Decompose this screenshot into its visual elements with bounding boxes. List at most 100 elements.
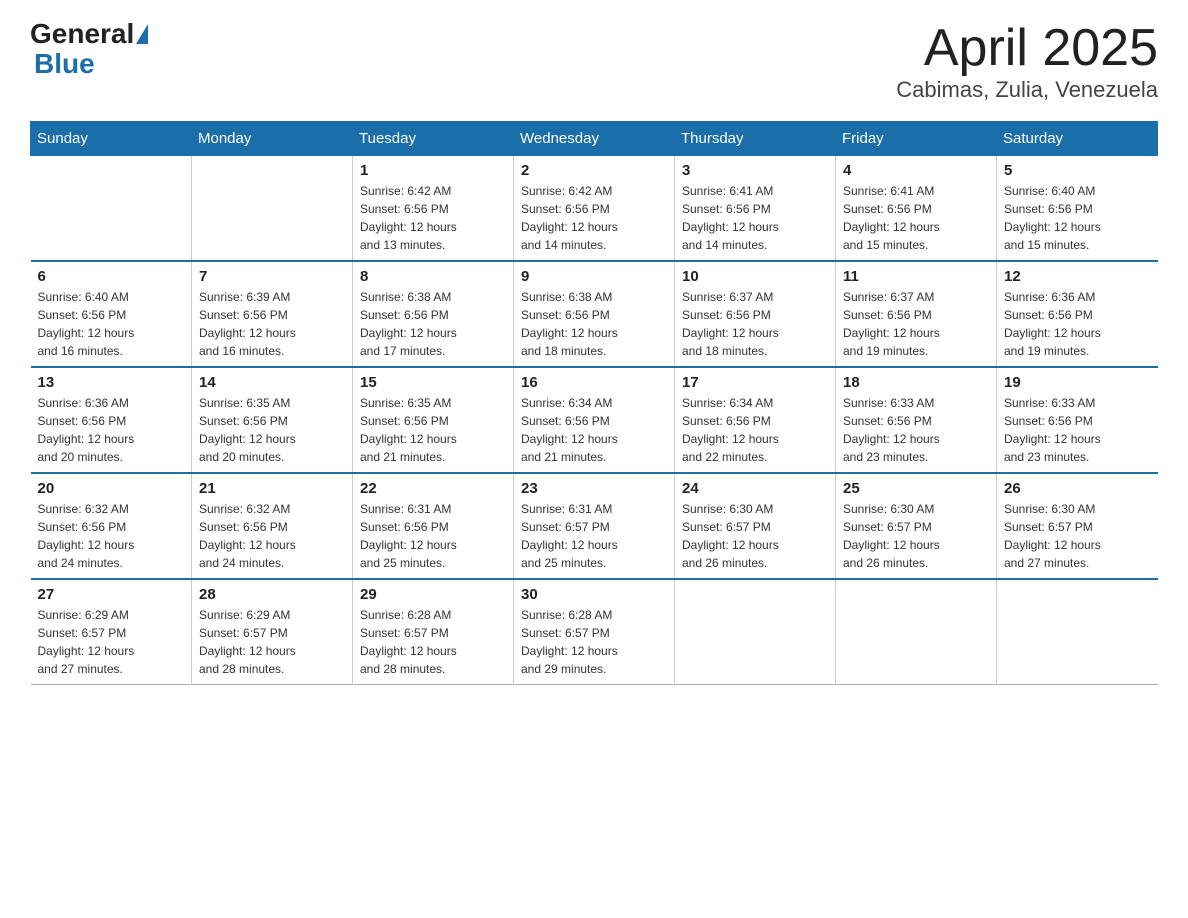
day-number: 28 — [199, 586, 345, 603]
day-info: Sunrise: 6:38 AM Sunset: 6:56 PM Dayligh… — [521, 288, 667, 360]
calendar-cell: 9 Sunrise: 6:38 AM Sunset: 6:56 PM Daylig… — [514, 261, 675, 367]
day-number: 17 — [682, 374, 828, 391]
day-info: Sunrise: 6:37 AM Sunset: 6:56 PM Dayligh… — [682, 288, 828, 360]
day-info: Sunrise: 6:34 AM Sunset: 6:56 PM Dayligh… — [682, 394, 828, 466]
day-number: 1 — [360, 162, 506, 179]
calendar-cell: 29Sunrise: 6:28 AM Sunset: 6:57 PM Dayli… — [353, 579, 514, 685]
logo-general-text: General — [30, 20, 134, 48]
day-number: 14 — [199, 374, 345, 391]
calendar-cell: 23 Sunrise: 6:31 AM Sunset: 6:57 PM Dayli… — [514, 473, 675, 579]
calendar-cell: 30 Sunrise: 6:28 AM Sunset: 6:57 PM Dayli… — [514, 579, 675, 685]
day-info: Sunrise: 6:31 AM Sunset: 6:56 PM Dayligh… — [360, 500, 506, 572]
calendar-cell: 16 Sunrise: 6:34 AM Sunset: 6:56 PM Dayli… — [514, 367, 675, 473]
day-info: Sunrise: 6:32 AM Sunset: 6:56 PM Dayligh… — [199, 500, 345, 572]
calendar-cell — [675, 579, 836, 685]
day-number: 15 — [360, 374, 506, 391]
page-header: General Blue April 2025 Cabimas, Zulia, … — [30, 20, 1158, 103]
calendar-cell: 2Sunrise: 6:42 AM Sunset: 6:56 PM Daylig… — [514, 156, 675, 262]
column-header-sunday: Sunday — [31, 122, 192, 156]
calendar-cell: 8Sunrise: 6:38 AM Sunset: 6:56 PM Daylig… — [353, 261, 514, 367]
day-info: Sunrise: 6:41 AM Sunset: 6:56 PM Dayligh… — [843, 182, 989, 254]
day-number: 11 — [843, 268, 989, 285]
calendar-cell: 21 Sunrise: 6:32 AM Sunset: 6:56 PM Dayli… — [192, 473, 353, 579]
calendar-cell: 22 Sunrise: 6:31 AM Sunset: 6:56 PM Dayli… — [353, 473, 514, 579]
logo-blue-text: Blue — [34, 48, 95, 79]
day-number: 16 — [521, 374, 667, 391]
day-number: 30 — [521, 586, 667, 603]
day-info: Sunrise: 6:33 AM Sunset: 6:56 PM Dayligh… — [843, 394, 989, 466]
calendar-cell — [836, 579, 997, 685]
calendar-cell: 4Sunrise: 6:41 AM Sunset: 6:56 PM Daylig… — [836, 156, 997, 262]
day-number: 7 — [199, 268, 345, 285]
day-number: 5 — [1004, 162, 1151, 179]
logo-triangle-icon — [136, 24, 148, 44]
calendar-cell: 12 Sunrise: 6:36 AM Sunset: 6:56 PM Dayli… — [997, 261, 1158, 367]
day-number: 9 — [521, 268, 667, 285]
calendar-cell: 14Sunrise: 6:35 AM Sunset: 6:56 PM Dayli… — [192, 367, 353, 473]
day-number: 21 — [199, 480, 345, 497]
column-header-monday: Monday — [192, 122, 353, 156]
day-number: 27 — [38, 586, 185, 603]
day-info: Sunrise: 6:37 AM Sunset: 6:56 PM Dayligh… — [843, 288, 989, 360]
calendar-cell — [31, 156, 192, 262]
calendar-cell: 19Sunrise: 6:33 AM Sunset: 6:56 PM Dayli… — [997, 367, 1158, 473]
column-header-saturday: Saturday — [997, 122, 1158, 156]
day-info: Sunrise: 6:36 AM Sunset: 6:56 PM Dayligh… — [38, 394, 185, 466]
day-number: 29 — [360, 586, 506, 603]
day-info: Sunrise: 6:42 AM Sunset: 6:56 PM Dayligh… — [360, 182, 506, 254]
column-header-friday: Friday — [836, 122, 997, 156]
day-info: Sunrise: 6:40 AM Sunset: 6:56 PM Dayligh… — [1004, 182, 1151, 254]
day-number: 23 — [521, 480, 667, 497]
calendar-cell: 26 Sunrise: 6:30 AM Sunset: 6:57 PM Dayli… — [997, 473, 1158, 579]
title-block: April 2025 Cabimas, Zulia, Venezuela — [896, 20, 1158, 103]
day-info: Sunrise: 6:32 AM Sunset: 6:56 PM Dayligh… — [38, 500, 185, 572]
day-info: Sunrise: 6:31 AM Sunset: 6:57 PM Dayligh… — [521, 500, 667, 572]
calendar-cell: 17 Sunrise: 6:34 AM Sunset: 6:56 PM Dayli… — [675, 367, 836, 473]
calendar-week-row: 6Sunrise: 6:40 AM Sunset: 6:56 PM Daylig… — [31, 261, 1158, 367]
day-info: Sunrise: 6:41 AM Sunset: 6:56 PM Dayligh… — [682, 182, 828, 254]
day-info: Sunrise: 6:28 AM Sunset: 6:57 PM Dayligh… — [521, 606, 667, 678]
day-number: 24 — [682, 480, 828, 497]
calendar-cell: 5 Sunrise: 6:40 AM Sunset: 6:56 PM Daylig… — [997, 156, 1158, 262]
day-info: Sunrise: 6:30 AM Sunset: 6:57 PM Dayligh… — [843, 500, 989, 572]
day-number: 22 — [360, 480, 506, 497]
calendar-cell: 1 Sunrise: 6:42 AM Sunset: 6:56 PM Daylig… — [353, 156, 514, 262]
day-number: 2 — [521, 162, 667, 179]
day-number: 12 — [1004, 268, 1151, 285]
calendar-table: SundayMondayTuesdayWednesdayThursdayFrid… — [30, 121, 1158, 685]
day-number: 13 — [38, 374, 185, 391]
day-info: Sunrise: 6:30 AM Sunset: 6:57 PM Dayligh… — [1004, 500, 1151, 572]
day-info: Sunrise: 6:29 AM Sunset: 6:57 PM Dayligh… — [38, 606, 185, 678]
day-number: 10 — [682, 268, 828, 285]
calendar-cell: 13 Sunrise: 6:36 AM Sunset: 6:56 PM Dayli… — [31, 367, 192, 473]
calendar-cell: 18Sunrise: 6:33 AM Sunset: 6:56 PM Dayli… — [836, 367, 997, 473]
calendar-week-row: 27 Sunrise: 6:29 AM Sunset: 6:57 PM Dayli… — [31, 579, 1158, 685]
logo: General Blue — [30, 20, 150, 80]
day-info: Sunrise: 6:40 AM Sunset: 6:56 PM Dayligh… — [38, 288, 185, 360]
calendar-title: April 2025 — [896, 20, 1158, 77]
column-header-wednesday: Wednesday — [514, 122, 675, 156]
calendar-cell: 28 Sunrise: 6:29 AM Sunset: 6:57 PM Dayli… — [192, 579, 353, 685]
calendar-subtitle: Cabimas, Zulia, Venezuela — [896, 77, 1158, 103]
calendar-cell: 11 Sunrise: 6:37 AM Sunset: 6:56 PM Dayli… — [836, 261, 997, 367]
day-info: Sunrise: 6:39 AM Sunset: 6:56 PM Dayligh… — [199, 288, 345, 360]
day-number: 19 — [1004, 374, 1151, 391]
calendar-cell: 25Sunrise: 6:30 AM Sunset: 6:57 PM Dayli… — [836, 473, 997, 579]
day-number: 26 — [1004, 480, 1151, 497]
calendar-week-row: 1 Sunrise: 6:42 AM Sunset: 6:56 PM Daylig… — [31, 156, 1158, 262]
day-info: Sunrise: 6:36 AM Sunset: 6:56 PM Dayligh… — [1004, 288, 1151, 360]
calendar-cell: 27 Sunrise: 6:29 AM Sunset: 6:57 PM Dayli… — [31, 579, 192, 685]
calendar-cell: 6Sunrise: 6:40 AM Sunset: 6:56 PM Daylig… — [31, 261, 192, 367]
calendar-header-row: SundayMondayTuesdayWednesdayThursdayFrid… — [31, 122, 1158, 156]
calendar-cell: 7 Sunrise: 6:39 AM Sunset: 6:56 PM Daylig… — [192, 261, 353, 367]
day-info: Sunrise: 6:29 AM Sunset: 6:57 PM Dayligh… — [199, 606, 345, 678]
calendar-week-row: 13 Sunrise: 6:36 AM Sunset: 6:56 PM Dayli… — [31, 367, 1158, 473]
column-header-thursday: Thursday — [675, 122, 836, 156]
calendar-cell: 15Sunrise: 6:35 AM Sunset: 6:56 PM Dayli… — [353, 367, 514, 473]
column-header-tuesday: Tuesday — [353, 122, 514, 156]
calendar-cell — [997, 579, 1158, 685]
calendar-cell — [192, 156, 353, 262]
day-info: Sunrise: 6:38 AM Sunset: 6:56 PM Dayligh… — [360, 288, 506, 360]
day-info: Sunrise: 6:34 AM Sunset: 6:56 PM Dayligh… — [521, 394, 667, 466]
calendar-cell: 20Sunrise: 6:32 AM Sunset: 6:56 PM Dayli… — [31, 473, 192, 579]
